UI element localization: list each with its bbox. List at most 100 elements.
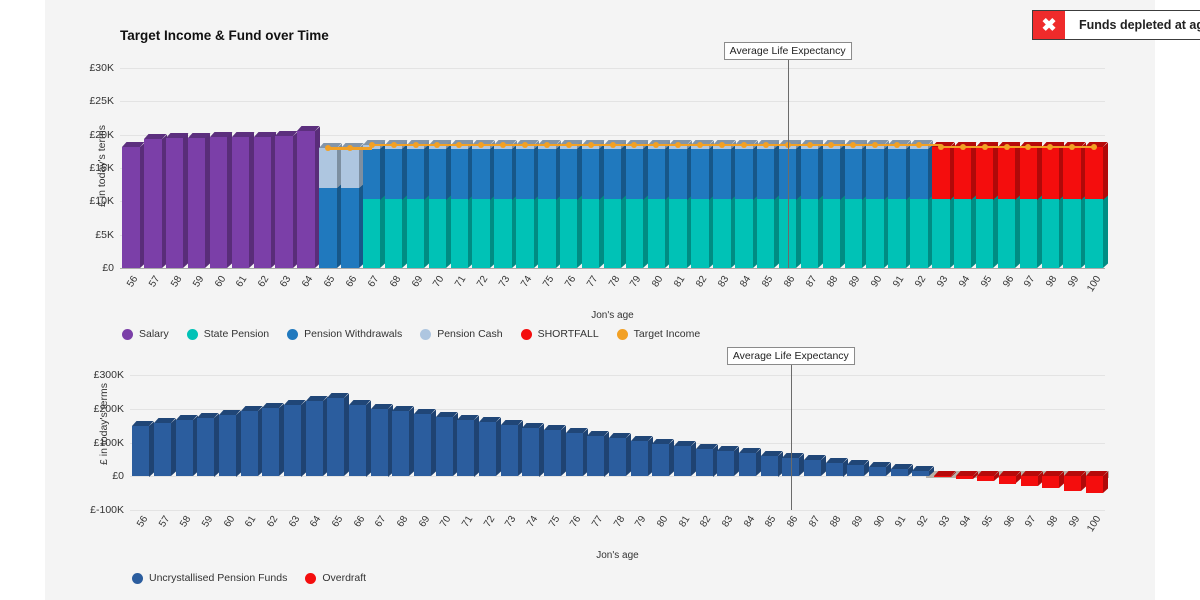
income-plot-area: £0 £5K £10K £15K £20K £25K £30K £ in today's te…	[89, 42, 1108, 321]
bar-segment-face	[669, 148, 687, 200]
bar-segment-face	[953, 146, 972, 200]
bar-segment-face	[866, 199, 884, 268]
bar-column	[144, 68, 167, 268]
life-expectancy-line	[790, 363, 792, 510]
bar-column	[673, 375, 697, 510]
bar-column	[803, 375, 827, 510]
bar-segment-face	[428, 199, 447, 268]
bar-segment	[603, 194, 627, 268]
bar-column	[630, 375, 653, 510]
bar-segment	[717, 445, 740, 477]
bar-segment-face	[144, 138, 162, 268]
bar-segment-face	[888, 199, 906, 268]
legend-label: State Pension	[203, 328, 270, 340]
legend-swatch	[132, 572, 143, 584]
income-chart-legend: Salary State Pension Pension Withdrawals Pe…	[122, 328, 700, 340]
bar-column	[472, 68, 495, 268]
bar-segment-face	[538, 148, 556, 200]
bar-column	[348, 375, 372, 510]
bar-segment	[932, 141, 955, 200]
cross-icon: ✖	[1033, 11, 1065, 39]
bar-segment-face	[1042, 476, 1060, 489]
bar-segment-face	[327, 398, 345, 477]
legend-item[interactable]: Pension Cash	[420, 328, 503, 340]
bar-segment	[362, 143, 386, 200]
bar-column	[1063, 68, 1086, 268]
target-income-line	[349, 147, 372, 150]
bar-segment	[630, 436, 653, 477]
bar-segment	[297, 126, 320, 268]
bar-column	[435, 375, 458, 510]
bar-segment-face	[713, 148, 731, 200]
fund-chart-legend: Uncrystallised Pension Funds Overdraft	[132, 572, 366, 584]
bar-column	[997, 68, 1021, 268]
bar-column	[955, 375, 978, 510]
bar-column	[932, 68, 955, 268]
bar-segment	[406, 194, 430, 268]
bar-segment-face	[603, 148, 622, 200]
bar-segment	[1063, 471, 1087, 491]
bar-segment	[975, 141, 999, 200]
bar-segment-face	[717, 450, 735, 477]
bar-segment	[327, 393, 350, 477]
bar-segment-face	[625, 148, 644, 200]
legend-item[interactable]: Overdraft	[305, 572, 366, 584]
bar-segment-face	[1019, 199, 1038, 268]
bar-segment-face	[516, 148, 534, 200]
bar-column	[341, 68, 364, 268]
bar-segment-face	[197, 417, 215, 477]
bar-segment-face	[581, 148, 600, 200]
legend-item[interactable]: Target Income	[616, 328, 700, 340]
bar-column	[275, 68, 298, 268]
life-expectancy-line	[787, 58, 789, 268]
bar-segment-face	[341, 188, 359, 268]
bar-column	[362, 68, 386, 268]
bar-segment	[428, 194, 452, 268]
bar-segment-face	[1041, 146, 1060, 200]
bar-column	[822, 68, 846, 268]
legend-item[interactable]: SHORTFALL	[520, 328, 599, 340]
bar-segment-face	[240, 411, 258, 477]
bar-segment-face	[231, 137, 250, 268]
bar-segment	[253, 131, 277, 268]
bar-column	[305, 375, 328, 510]
bar-column	[868, 375, 892, 510]
bar-segment	[625, 143, 649, 200]
bar-segment-face	[910, 148, 928, 200]
bar-segment	[866, 194, 889, 268]
bar-segment	[240, 406, 263, 477]
bar-column	[209, 68, 233, 268]
legend-label: Salary	[139, 328, 169, 340]
legend-item[interactable]: Salary	[122, 328, 169, 340]
bar-segment	[910, 194, 933, 268]
legend-item[interactable]: Uncrystallised Pension Funds	[132, 572, 287, 584]
bar-segment	[1085, 141, 1108, 200]
legend-item[interactable]: State Pension	[186, 328, 270, 340]
bar-segment	[175, 415, 198, 477]
bar-column	[283, 375, 307, 510]
bar-segment	[559, 143, 583, 200]
bar-column	[652, 375, 675, 510]
bar-column	[975, 68, 999, 268]
bar-column	[1041, 68, 1065, 268]
bar-segment	[953, 194, 977, 268]
bar-column	[370, 375, 393, 510]
bar-segment	[1041, 141, 1065, 200]
y-axis-tick: £0	[102, 262, 114, 274]
bar-segment-face	[673, 446, 692, 477]
bar-segment-face	[1063, 146, 1081, 200]
bar-segment-face	[494, 148, 512, 200]
bar-segment-face	[608, 438, 627, 477]
bar-segment	[1063, 141, 1086, 200]
legend-item[interactable]: Pension Withdrawals	[287, 328, 402, 340]
bar-column	[695, 375, 718, 510]
bar-segment	[1042, 471, 1065, 489]
bar-segment	[516, 143, 539, 200]
bar-segment	[581, 194, 605, 268]
bar-column	[406, 68, 430, 268]
bar-segment	[348, 399, 372, 477]
bar-segment-face	[319, 188, 337, 268]
bar-segment	[955, 471, 978, 479]
bar-segment	[275, 131, 298, 268]
bar-segment-face	[581, 199, 600, 268]
